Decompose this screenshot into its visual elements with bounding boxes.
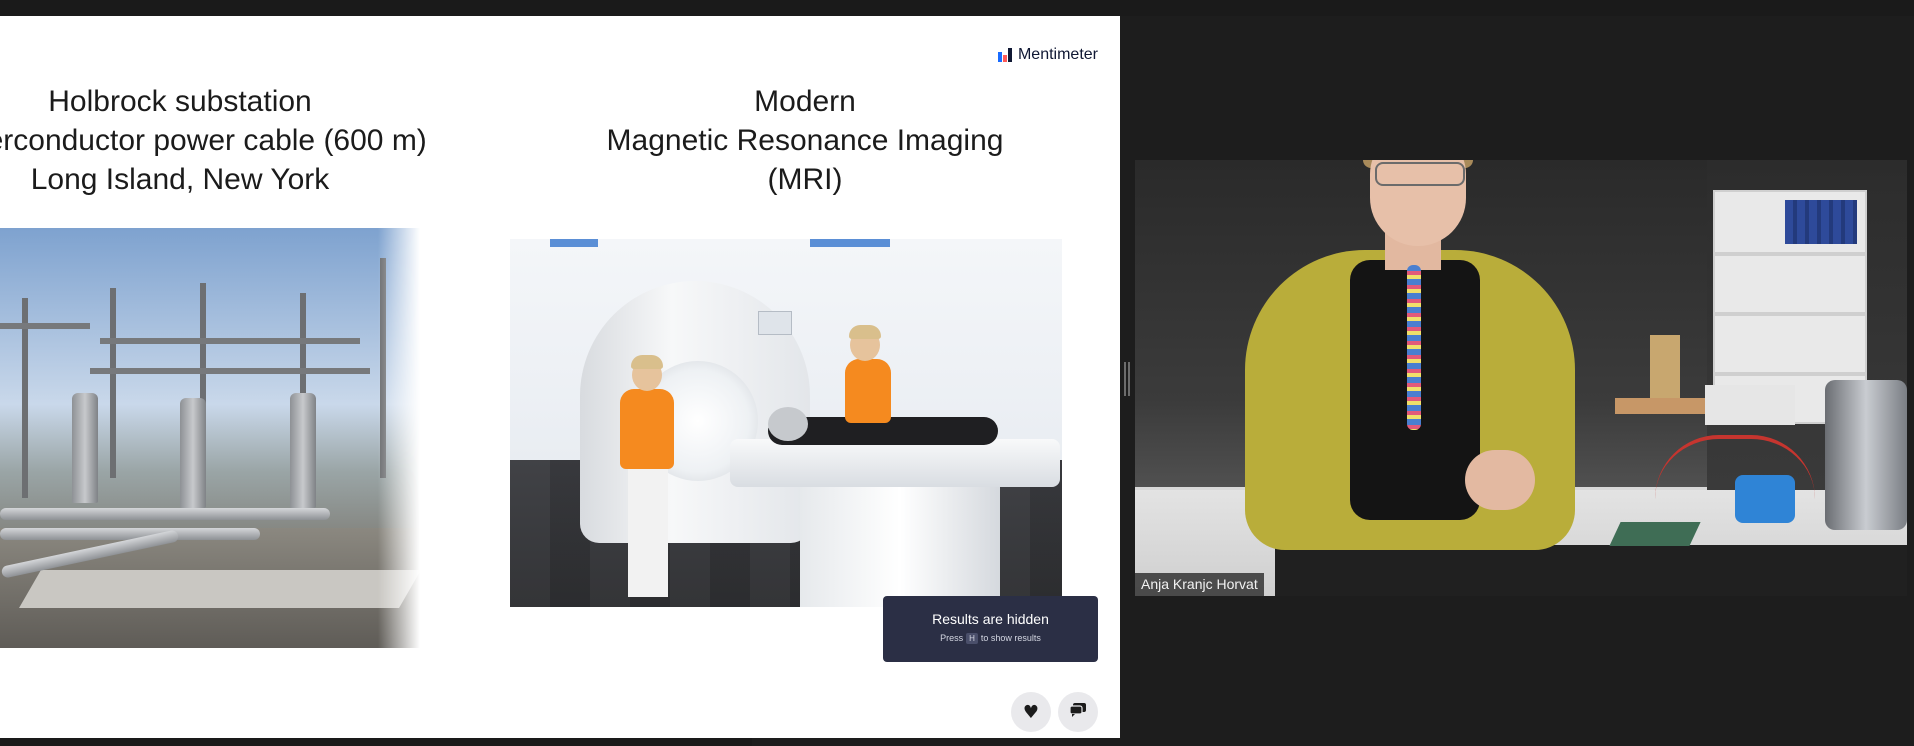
substation-photo [0,228,420,648]
substation-caption-line-1: Holbrock substation [48,85,312,118]
reaction-button[interactable]: ♥ [1011,692,1051,732]
results-hidden-hint: Press Hto show results [940,633,1041,644]
mri-caption-line-3: (MRI) [767,163,843,196]
mri-table [730,439,1060,487]
comment-icon [1069,702,1087,723]
meeting-window: Mentimeter Holbrock substation Supercond… [0,0,1914,746]
staff-member [620,389,674,469]
mri-caption-line-2: Magnetic Resonance Imaging [606,124,1004,157]
results-hidden-notice: Results are hidden Press Hto show results [883,596,1098,662]
substation-caption: Holbrock substation Superconductor power… [0,82,550,199]
staff-member [845,359,891,423]
comments-button[interactable] [1058,692,1098,732]
shared-slide: Mentimeter Holbrock substation Supercond… [0,16,1120,738]
mri-caption-line-1: Modern [754,85,856,118]
mentimeter-logo-icon [997,48,1012,62]
participant-name-label: Anja Kranjc Horvat [1135,573,1264,596]
h-key-icon: H [966,633,978,644]
mri-caption: Modern Magnetic Resonance Imaging (MRI) [490,82,1120,199]
heart-icon: ♥ [1022,701,1040,723]
kettle [1825,380,1907,530]
glasses [1375,162,1465,186]
substation-caption-line-2: Superconductor power cable (600 m) [0,124,427,157]
substation-path [19,570,420,608]
results-hidden-title: Results are hidden [932,611,1049,627]
top-bar [0,0,1914,16]
participant-video-tile[interactable] [1135,160,1907,596]
panel-resize-handle[interactable] [1124,362,1130,396]
substation-caption-line-3: Long Island, New York [30,163,330,196]
mri-photo [510,239,1062,607]
brand-name: Mentimeter [1017,46,1098,63]
mentimeter-brand: Mentimeter [997,46,1098,64]
